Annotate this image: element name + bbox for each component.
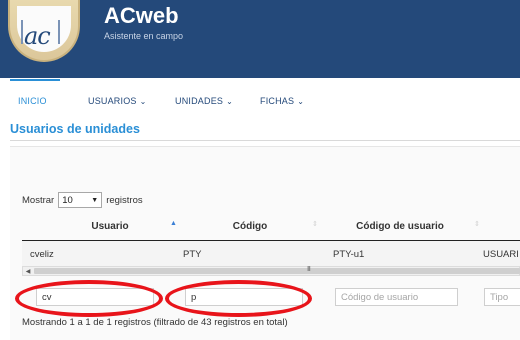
nav-item-label: INICIO (18, 96, 47, 106)
nav-item-inicio[interactable]: INICIO (18, 96, 47, 106)
nav-item-usuarios[interactable]: USUARIOS ⌄ (88, 96, 147, 106)
main-nav: INICIO USUARIOS ⌄ UNIDADES ⌄ FICHAS ⌄ (0, 78, 520, 116)
cell-codigo-usuario: PTY-u1 (333, 249, 365, 260)
cell-usuario: cveliz (30, 249, 54, 260)
page-length-select[interactable]: 10 ▼ (58, 192, 103, 208)
length-menu: Mostrar 10 ▼ registros (22, 192, 143, 208)
logo-text: ac (24, 22, 51, 50)
scroll-left-icon[interactable]: ◀ (23, 266, 33, 276)
page-length-value: 10 (62, 194, 73, 206)
app-title: ACweb (104, 3, 179, 28)
nav-active-indicator (10, 79, 60, 81)
chevron-down-icon: ⌄ (139, 97, 147, 106)
length-menu-suffix: registros (106, 194, 143, 206)
scrollbar-thumb[interactable] (34, 268, 520, 274)
filter-tipo-input[interactable] (484, 288, 520, 306)
column-header-usuario[interactable]: Usuario (60, 212, 160, 240)
cell-tipo: USUARI (483, 249, 519, 260)
nav-item-unidades[interactable]: UNIDADES ⌄ (175, 96, 233, 106)
logo-decoration (21, 20, 23, 44)
page-title: Usuarios de unidades (10, 122, 140, 136)
table-info: Mostrando 1 a 1 de 1 registros (filtrado… (22, 317, 288, 328)
column-header-codigo-usuario[interactable]: Código de usuario (345, 212, 455, 240)
sort-unsorted-icon: ⇕ (312, 221, 318, 228)
highlight-ellipse (15, 280, 163, 317)
highlight-ellipse (165, 280, 312, 317)
app-subtitle: Asistente en campo (104, 31, 184, 41)
nav-item-label: UNIDADES (175, 96, 224, 106)
column-header-label: Código (232, 220, 268, 232)
nav-item-fichas[interactable]: FICHAS ⌄ (260, 96, 304, 106)
chevron-down-icon: ⌄ (226, 97, 234, 106)
column-header-codigo[interactable]: Código (200, 212, 300, 240)
nav-item-label: USUARIOS (88, 96, 137, 106)
app-header: ac ACweb Asistente en campo (0, 0, 520, 78)
length-menu-prefix: Mostrar (22, 194, 55, 206)
sort-asc-icon: ▲ (170, 220, 177, 227)
caret-down-icon: ▼ (91, 196, 99, 204)
sort-unsorted-icon: ⇕ (474, 221, 480, 228)
column-header-label: Usuario (91, 220, 129, 232)
logo-decoration (58, 20, 60, 44)
app-logo[interactable]: ac (8, 0, 80, 62)
filter-codigo-usuario-input[interactable] (335, 288, 458, 306)
nav-item-label: FICHAS (260, 96, 295, 106)
cell-codigo: PTY (183, 249, 202, 260)
divider (10, 140, 520, 141)
column-header-label: Código de usuario (356, 220, 444, 232)
app-root: ac ACweb Asistente en campo INICIO USUAR… (0, 0, 520, 340)
chevron-down-icon: ⌄ (297, 97, 305, 106)
table-row[interactable] (22, 241, 520, 266)
scrollbar-grip-icon: III (307, 266, 311, 273)
